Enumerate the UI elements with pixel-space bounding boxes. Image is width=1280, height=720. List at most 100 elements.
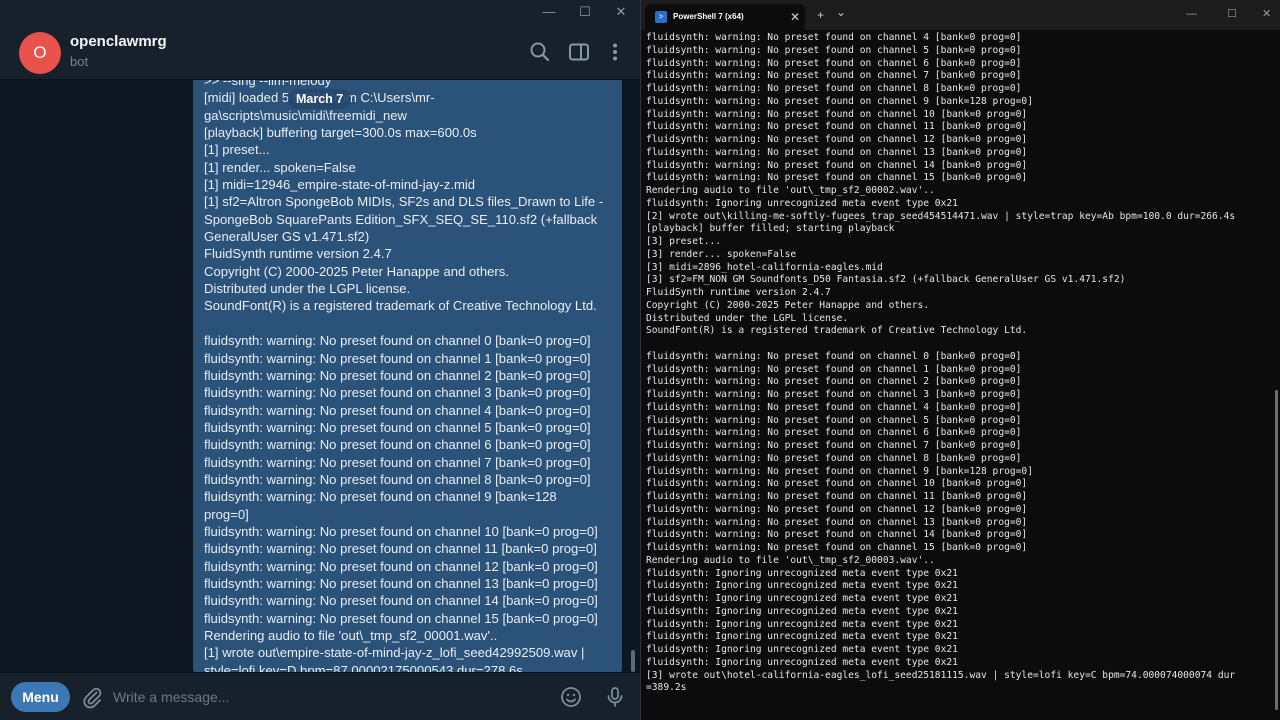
message-line: fluidsynth: warning: No preset found on … [204, 454, 591, 470]
terminal-line: fluidsynth: warning: No preset found on … [646, 134, 1028, 145]
message-line: fluidsynth: warning: No preset found on … [204, 575, 598, 591]
chat-status: bot [70, 54, 89, 69]
avatar[interactable]: O [19, 32, 61, 74]
message-line: fluidsynth: warning: No preset found on … [204, 367, 591, 383]
message-line: fluidsynth: warning: No preset found on … [204, 610, 598, 626]
terminal-line: [3] sf2=FM_NON GM Soundfonts_D50 Fantasi… [646, 274, 1126, 286]
message-input[interactable] [113, 684, 543, 710]
composer-bar: Menu [0, 672, 640, 720]
tab-close-icon[interactable]: ✕ [790, 10, 800, 24]
telegram-titlebar: — ☐ ✕ [0, 0, 640, 24]
minimize-button[interactable]: — [537, 3, 561, 21]
terminal-line: fluidsynth: warning: No preset found on … [646, 70, 1022, 82]
maximize-button[interactable]: ☐ [573, 3, 597, 21]
more-options-icon[interactable] [603, 40, 627, 64]
message-line: ga\scripts\music\midi\freemidi_new [204, 107, 408, 123]
terminal-output[interactable]: fluidsynth: warning: No preset found on … [646, 32, 1276, 720]
message-line: fluidsynth: warning: No preset found on … [204, 402, 591, 418]
terminal-line: fluidsynth: warning: No preset found on … [646, 465, 1033, 477]
message-line: fluidsynth: warning: No preset found on … [204, 489, 557, 505]
terminal-line: fluidsynth: warning: No preset found on … [646, 83, 1022, 94]
message-line: Distributed under the LGPL license. [204, 281, 411, 297]
message-line: [playback] buffering target=300.0s max=6… [204, 125, 477, 141]
message-line: fluidsynth: warning: No preset found on … [204, 523, 598, 539]
terminal-line: Rendering audio to file 'out\_tmp_sf2_00… [646, 554, 935, 566]
terminal-titlebar: > PowerShell 7 (x64) ✕ + ⌄ — ☐ ✕ [641, 0, 1280, 30]
terminal-line: fluidsynth: warning: No preset found on … [646, 32, 1022, 43]
terminal-maximize-button[interactable]: ☐ [1227, 7, 1237, 21]
terminal-line: SoundFont(R) is a registered trademark o… [646, 325, 1028, 337]
message-text: >> --sing --llm-melody [midi] loaded 5 MI… [204, 80, 614, 672]
terminal-line: fluidsynth: Ignoring unrecognized meta e… [646, 605, 958, 617]
chat-header[interactable]: O openclawmrg bot [0, 24, 640, 80]
emoji-icon[interactable] [559, 685, 583, 709]
terminal-line: fluidsynth: warning: No preset found on … [646, 414, 1022, 426]
message-line: [1] wrote out\empire-state-of-mind-jay-z… [204, 645, 585, 661]
message-line: Rendering audio to file 'out\_tmp_sf2_00… [204, 628, 498, 643]
terminal-line: [3] preset... [646, 236, 722, 247]
terminal-line: fluidsynth: warning: No preset found on … [646, 478, 1028, 490]
terminal-line: [3] wrote out\hotel-california-eagles_lo… [646, 669, 1236, 681]
message-line: >> --sing --llm-melody [204, 80, 332, 88]
message-line: [midi] loaded 5 MIDIs from C:\Users\mr- [204, 90, 435, 106]
attach-icon[interactable] [80, 685, 104, 709]
terminal-line: fluidsynth: Ignoring unrecognized meta e… [646, 618, 958, 630]
terminal-line: fluidsynth: warning: No preset found on … [646, 172, 1028, 184]
terminal-line: fluidsynth: warning: No preset found on … [646, 452, 1022, 464]
message-line: fluidsynth: warning: No preset found on … [204, 385, 591, 401]
message-line: SoundFont(R) is a registered trademark o… [204, 298, 597, 314]
terminal-line: fluidsynth: warning: No preset found on … [646, 401, 1022, 413]
terminal-window: > PowerShell 7 (x64) ✕ + ⌄ — ☐ ✕ fluidsy… [641, 0, 1280, 720]
terminal-line: fluidsynth: warning: No preset found on … [646, 350, 1022, 362]
date-badge: March 7 [288, 89, 352, 109]
terminal-line: [playback] buffer filled; starting playb… [646, 223, 895, 235]
message-line: fluidsynth: warning: No preset found on … [204, 437, 591, 453]
terminal-line: fluidsynth: Ignoring unrecognized meta e… [646, 580, 958, 592]
message-line: fluidsynth: warning: No preset found on … [204, 333, 591, 349]
message-line: FluidSynth runtime version 2.4.7 [204, 246, 392, 262]
close-button[interactable]: ✕ [609, 3, 633, 21]
terminal-line: fluidsynth: warning: No preset found on … [646, 57, 1022, 69]
terminal-line: fluidsynth: warning: No preset found on … [646, 389, 1022, 400]
microphone-icon[interactable] [603, 685, 627, 709]
sidebar-toggle-icon[interactable] [567, 40, 591, 64]
message-line: fluidsynth: warning: No preset found on … [204, 419, 591, 435]
terminal-scrollbar[interactable] [1275, 390, 1278, 710]
message-line: style=lofi key=D bpm=87.00002175000543 d… [204, 662, 523, 672]
terminal-line: fluidsynth: Ignoring unrecognized meta e… [646, 656, 958, 668]
chat-title[interactable]: openclawmrg [70, 33, 167, 50]
message-line: [1] render... spoken=False [204, 159, 356, 175]
chat-history[interactable]: >> --sing --llm-melody [midi] loaded 5 MI… [0, 80, 640, 672]
terminal-line: fluidsynth: warning: No preset found on … [646, 491, 1028, 502]
terminal-close-button[interactable]: ✕ [1262, 7, 1271, 21]
search-icon[interactable] [528, 40, 552, 64]
terminal-line: fluidsynth: Ignoring unrecognized meta e… [646, 631, 958, 643]
terminal-line: fluidsynth: warning: No preset found on … [646, 95, 1033, 107]
terminal-line: [2] wrote out\killing-me-softly-fugees_t… [646, 210, 1236, 222]
chat-scrollbar[interactable] [631, 650, 635, 672]
terminal-minimize-button[interactable]: — [1186, 7, 1197, 21]
message-line: fluidsynth: warning: No preset found on … [204, 558, 598, 574]
terminal-line: fluidsynth: warning: No preset found on … [646, 542, 1028, 553]
terminal-line: fluidsynth: warning: No preset found on … [646, 363, 1022, 375]
message-line: SpongeBob SquarePants Edition_SFX_SEQ_SE… [204, 211, 598, 227]
terminal-line: Rendering audio to file 'out\_tmp_sf2_00… [646, 185, 935, 196]
terminal-line: Distributed under the LGPL license. [646, 312, 849, 324]
terminal-line: fluidsynth: warning: No preset found on … [646, 516, 1028, 528]
message-line: [1] preset... [204, 142, 270, 158]
terminal-line: fluidsynth: warning: No preset found on … [646, 121, 1028, 133]
menu-button[interactable]: Menu [11, 682, 70, 712]
terminal-line: fluidsynth: warning: No preset found on … [646, 159, 1028, 171]
message-line [204, 315, 614, 332]
terminal-tab-title: PowerShell 7 (x64) [673, 12, 744, 21]
terminal-tab[interactable]: > PowerShell 7 (x64) ✕ [645, 4, 805, 30]
message-line: fluidsynth: warning: No preset found on … [204, 350, 591, 366]
tab-dropdown-button[interactable]: ⌄ [836, 5, 846, 19]
terminal-line: =389.2s [646, 682, 687, 694]
message-bubble[interactable]: >> --sing --llm-melody [midi] loaded 5 MI… [193, 80, 622, 672]
telegram-window: — ☐ ✕ O openclawmrg bot >> --sing --llm-… [0, 0, 640, 720]
message-line: fluidsynth: warning: No preset found on … [204, 471, 591, 487]
new-tab-button[interactable]: + [817, 8, 824, 22]
message-line: fluidsynth: warning: No preset found on … [204, 593, 598, 609]
terminal-line: fluidsynth: warning: No preset found on … [646, 503, 1028, 515]
